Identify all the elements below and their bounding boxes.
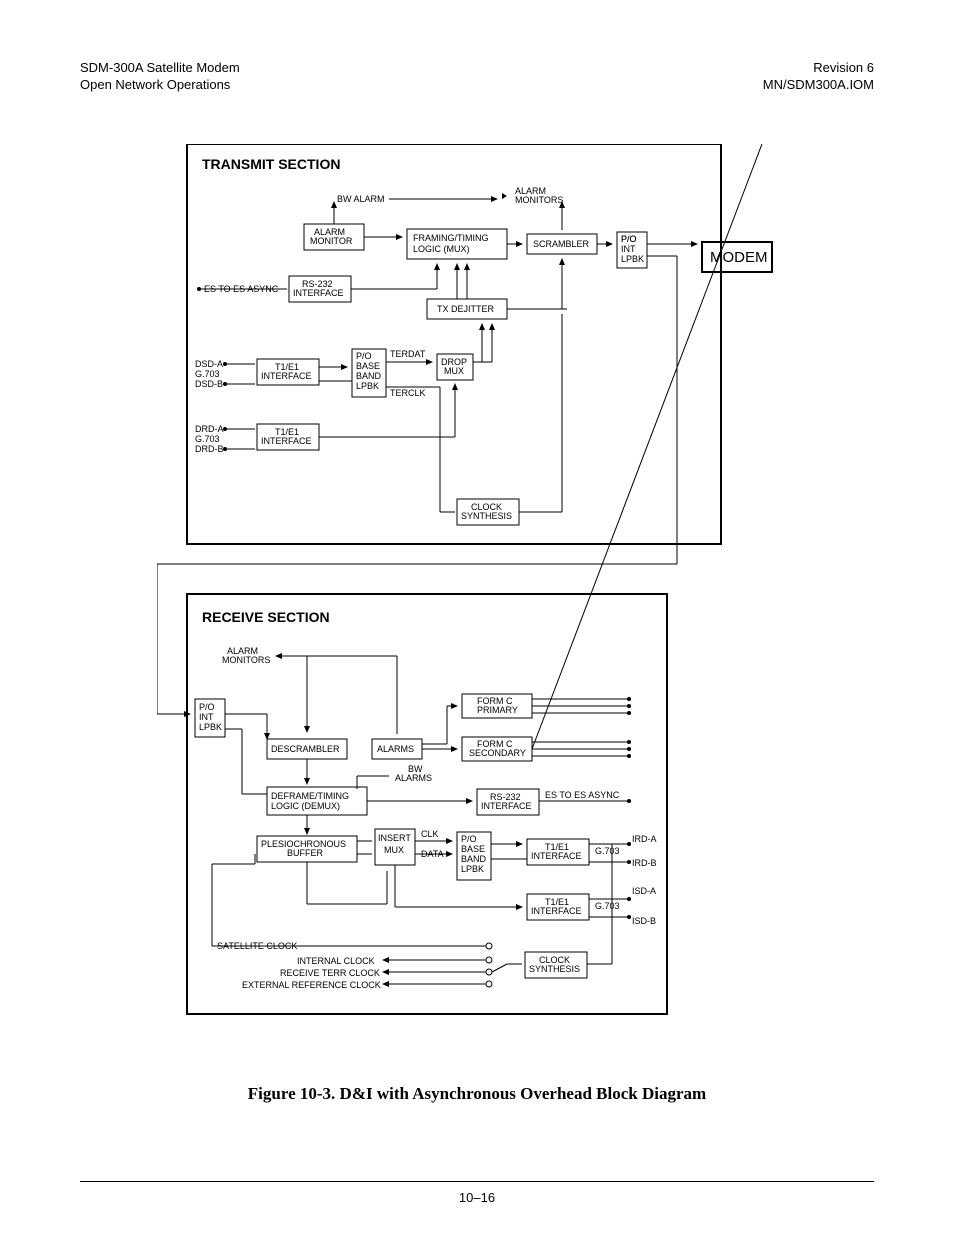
rx-po-int-lpbk: P/OINTLPBK: [199, 702, 222, 732]
rx-form-c-primary: FORM CPRIMARY: [477, 696, 518, 715]
tx-dsd-a: DSD-A: [195, 359, 223, 369]
tx-dsd-b: DSD-B: [195, 379, 223, 389]
tx-alarm-monitor-box: ALARMMONITOR: [310, 227, 353, 246]
tx-title: TRANSMIT SECTION: [202, 156, 340, 172]
rx-isd-a: ISD-A: [632, 886, 656, 896]
tx-g703-1: G.703: [195, 369, 220, 379]
rx-insert-mux: INSERTMUX: [378, 833, 411, 855]
rx-rs232-box: RS-232INTERFACE: [481, 792, 532, 811]
rx-recv-terr-clock: RECEIVE TERR CLOCK: [280, 968, 380, 978]
rx-t1e1-1-box: T1/E1INTERFACE: [531, 842, 582, 861]
tx-t1e1-2-box: T1/E1INTERFACE: [261, 427, 312, 446]
rx-alarms-box: ALARMS: [377, 744, 414, 754]
doc-title: SDM-300A Satellite Modem: [80, 60, 240, 77]
tx-terclk: TERCLK: [390, 388, 426, 398]
tx-g703-2: G.703: [195, 434, 220, 444]
rx-t1e1-2-box: T1/E1INTERFACE: [531, 897, 582, 916]
page-number: 10–16: [459, 1190, 495, 1205]
tx-bw-alarm: BW ALARM: [337, 194, 385, 204]
rx-clk-label: CLK: [421, 829, 439, 839]
tx-drd-a: DRD-A: [195, 424, 224, 434]
tx-dejitter-box: TX DEJITTER: [437, 304, 495, 314]
tx-scrambler-box: SCRAMBLER: [533, 239, 590, 249]
rx-es-async: ES TO ES ASYNC: [545, 790, 620, 800]
doc-subtitle: Open Network Operations: [80, 77, 240, 94]
header-right: Revision 6 MN/SDM300A.IOM: [763, 60, 874, 94]
rx-clock-synth: CLOCKSYNTHESIS: [529, 955, 580, 974]
rx-g703-2: G.703: [595, 901, 620, 911]
page-header: SDM-300A Satellite Modem Open Network Op…: [80, 60, 874, 94]
revision: Revision 6: [763, 60, 874, 77]
rx-form-c-secondary: FORM CSECONDARY: [469, 739, 526, 758]
rx-ird-a: IRD-A: [632, 834, 657, 844]
rx-po-bb-lpbk: P/OBASEBANDLPBK: [461, 834, 487, 874]
tx-po-bb-lpbk: P/OBASEBANDLPBK: [356, 351, 382, 391]
tx-t1e1-1-box: T1/E1INTERFACE: [261, 362, 312, 381]
rx-isd-b: ISD-B: [632, 916, 656, 926]
header-left: SDM-300A Satellite Modem Open Network Op…: [80, 60, 240, 94]
tx-drd-b: DRD-B: [195, 444, 224, 454]
rx-bw-alarms: BWALARMS: [395, 764, 432, 783]
rx-plesio-box: PLESIOCHRONOUSBUFFER: [261, 839, 346, 858]
tx-terdat: TERDAT: [390, 349, 426, 359]
document-page: SDM-300A Satellite Modem Open Network Op…: [0, 0, 954, 1235]
page-footer: 10–16: [0, 1181, 954, 1205]
tx-clock-synth: CLOCKSYNTHESIS: [461, 502, 512, 521]
block-diagram: TRANSMIT SECTION ALARMMONITORS BW ALARM …: [157, 144, 797, 1044]
tx-rs232-box: RS-232INTERFACE: [293, 279, 344, 298]
tx-alarm-monitors: ALARMMONITORS: [515, 186, 563, 205]
tx-framing-box: FRAMING/TIMINGLOGIC (MUX): [413, 233, 489, 254]
rx-int-clock: INTERNAL CLOCK: [297, 956, 375, 966]
rx-ird-b: IRD-B: [632, 858, 657, 868]
rx-g703-1: G.703: [595, 846, 620, 856]
doc-code: MN/SDM300A.IOM: [763, 77, 874, 94]
rx-alarm-monitors: ALARMMONITORS: [222, 646, 270, 665]
rx-title: RECEIVE SECTION: [202, 609, 330, 625]
svg-text:P/OINTLPBK: P/OINTLPBK: [621, 234, 644, 264]
rx-ext-ref-clock: EXTERNAL REFERENCE CLOCK: [242, 980, 381, 990]
rx-deframe-box: DEFRAME/TIMINGLOGIC (DEMUX): [271, 791, 349, 811]
figure-caption: Figure 10-3. D&I with Asynchronous Overh…: [80, 1084, 874, 1104]
rx-descrambler-box: DESCRAMBLER: [271, 744, 340, 754]
tx-drop-mux: DROPMUX: [441, 357, 467, 376]
